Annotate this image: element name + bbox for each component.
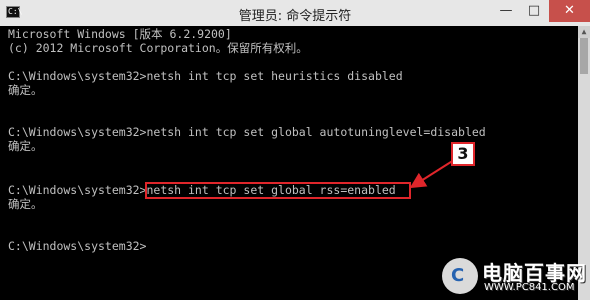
console-line: 确定。 bbox=[8, 197, 43, 211]
step-number-badge: 3 bbox=[451, 142, 475, 166]
console-prompt: C:\Windows\system32> bbox=[8, 239, 147, 253]
minimize-button[interactable]: — bbox=[493, 0, 519, 22]
close-button[interactable]: ✕ bbox=[549, 0, 590, 22]
console-line: (c) 2012 Microsoft Corporation。保留所有权利。 bbox=[8, 41, 308, 55]
logo-icon: C bbox=[442, 258, 478, 294]
console-line: C:\Windows\system32>netsh int tcp set he… bbox=[8, 69, 403, 83]
console-line: C:\Windows\system32>netsh int tcp set gl… bbox=[8, 125, 486, 139]
maximize-button[interactable]: □ bbox=[521, 0, 547, 22]
scroll-up-arrow-icon[interactable]: ▲ bbox=[578, 26, 590, 38]
scrollbar-thumb[interactable] bbox=[580, 38, 588, 74]
title-bar: C:\ 管理员: 命令提示符 — □ ✕ bbox=[0, 0, 590, 27]
console-line: Microsoft Windows [版本 6.2.9200] bbox=[8, 27, 232, 41]
console-line: 确定。 bbox=[8, 83, 43, 97]
watermark-logo: C 电脑百事网 WWW.PC841.COM bbox=[442, 256, 588, 296]
console-line: 确定。 bbox=[8, 139, 43, 153]
highlight-box bbox=[145, 182, 411, 199]
watermark-url: WWW.PC841.COM bbox=[484, 282, 575, 293]
